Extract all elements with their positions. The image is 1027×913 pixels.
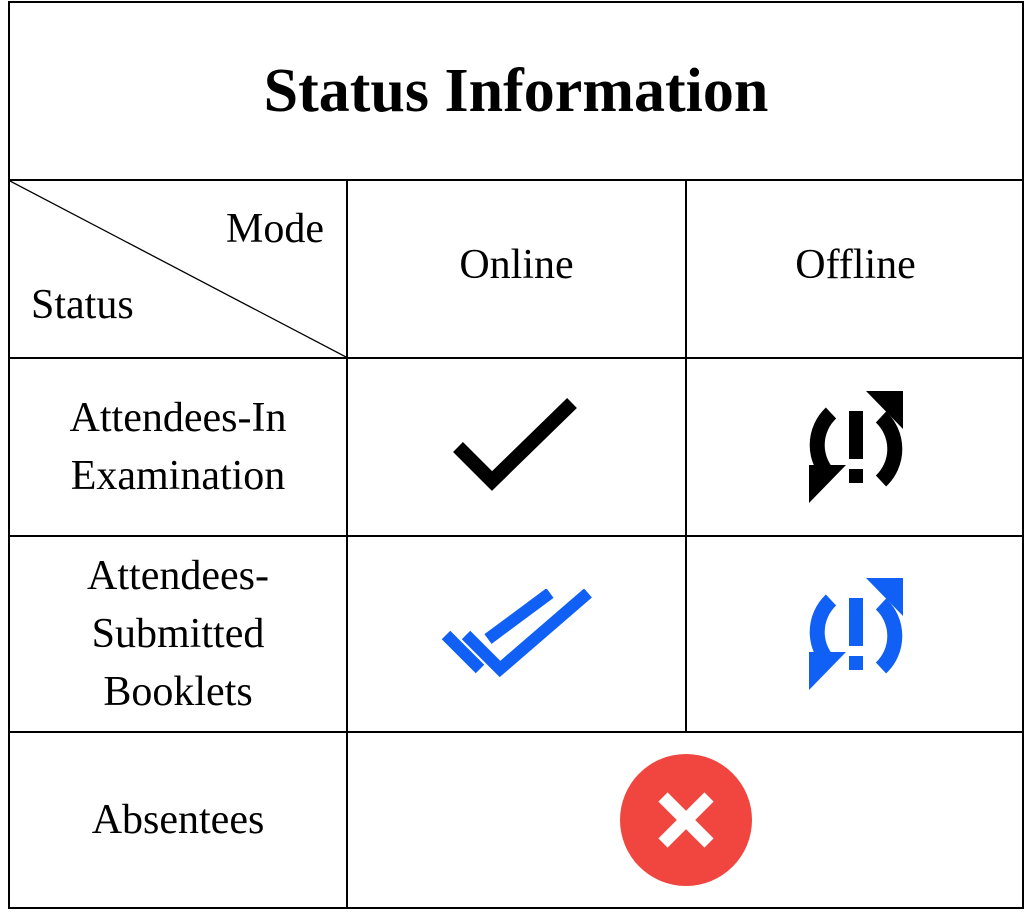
- corner-mode-label: Mode: [226, 206, 324, 252]
- table-title: Status Information: [263, 56, 769, 125]
- sync-alert-icon: [791, 389, 921, 505]
- row-label-submitted-booklets: Attendees- Submitted Booklets: [87, 553, 269, 715]
- column-header-offline: Offline: [795, 242, 916, 288]
- absentees-cell: [348, 733, 1024, 907]
- offline-submitted-cell: [687, 537, 1024, 731]
- sync-alert-icon: [791, 576, 921, 692]
- corner-status-label: Status: [31, 282, 134, 328]
- online-in-examination-cell: [348, 359, 685, 535]
- online-submitted-cell: [348, 537, 685, 731]
- double-check-icon: [441, 589, 592, 679]
- column-header-online: Online: [459, 242, 574, 288]
- row-label-absentees: Absentees: [91, 797, 265, 843]
- check-icon: [452, 397, 582, 497]
- offline-in-examination-cell: [687, 359, 1024, 535]
- cancel-circle-icon: [619, 753, 753, 887]
- row-label-in-examination: Attendees-In Examination: [69, 395, 287, 499]
